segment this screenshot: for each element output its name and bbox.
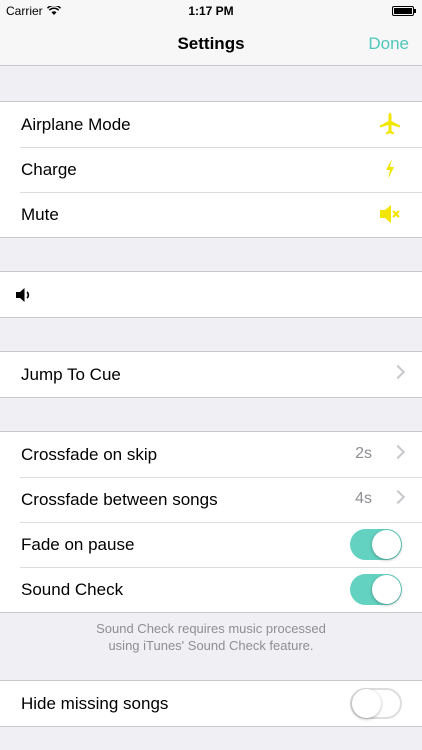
volume-group [0, 271, 422, 318]
chevron-right-icon [390, 444, 406, 460]
sound-check-footer: Sound Check requires music processed usi… [0, 620, 422, 654]
hide-missing-toggle[interactable] [350, 688, 402, 719]
library-group: Hide missing songs [0, 680, 422, 727]
sound-check-toggle[interactable] [350, 574, 402, 605]
toggle-knob [372, 530, 401, 559]
footer-line-2: using iTunes' Sound Check feature. [108, 638, 314, 653]
toggle-knob [352, 689, 381, 718]
jump-to-cue-label: Jump To Cue [21, 365, 121, 384]
battery-icon [392, 6, 416, 16]
playback-group: Crossfade on skip 2s Crossfade between s… [0, 431, 422, 613]
airplane-icon [380, 113, 400, 135]
status-bar: Carrier 1:17 PM [0, 0, 422, 22]
mute-row[interactable]: Mute [0, 192, 422, 237]
fade-pause-row: Fade on pause [0, 522, 422, 567]
chevron-right-icon [390, 364, 406, 380]
airplane-mode-row[interactable]: Airplane Mode [0, 102, 422, 147]
volume-row[interactable] [0, 272, 422, 317]
crossfade-songs-value: 4s [355, 490, 372, 507]
crossfade-skip-row[interactable]: Crossfade on skip 2s [0, 432, 422, 477]
hide-missing-label: Hide missing songs [21, 694, 169, 713]
navigation-bar: Settings Done [0, 22, 422, 66]
toggle-knob [372, 575, 401, 604]
done-button[interactable]: Done [368, 34, 409, 54]
crossfade-skip-label: Crossfade on skip [21, 445, 158, 464]
charge-row[interactable]: Charge [0, 147, 422, 192]
airplane-mode-label: Airplane Mode [21, 115, 131, 134]
sound-check-label: Sound Check [21, 580, 124, 599]
crossfade-songs-row[interactable]: Crossfade between songs 4s [0, 477, 422, 522]
mute-speaker-icon [380, 205, 400, 223]
mute-label: Mute [21, 205, 59, 224]
lightning-icon [386, 159, 394, 179]
chevron-right-icon [390, 489, 406, 505]
status-time: 1:17 PM [188, 4, 234, 18]
page-title: Settings [177, 34, 245, 53]
crossfade-skip-value: 2s [355, 445, 372, 462]
jump-to-cue-row[interactable]: Jump To Cue [0, 352, 422, 397]
modes-group: Airplane Mode Charge Mute [0, 101, 422, 238]
jump-group: Jump To Cue [0, 351, 422, 398]
fade-pause-label: Fade on pause [21, 535, 135, 554]
sound-check-row: Sound Check [0, 567, 422, 612]
hide-missing-row: Hide missing songs [0, 681, 422, 726]
footer-line-1: Sound Check requires music processed [96, 621, 326, 636]
charge-label: Charge [21, 160, 77, 179]
crossfade-songs-label: Crossfade between songs [21, 490, 218, 509]
speaker-icon [16, 288, 30, 302]
fade-pause-toggle[interactable] [350, 529, 402, 560]
